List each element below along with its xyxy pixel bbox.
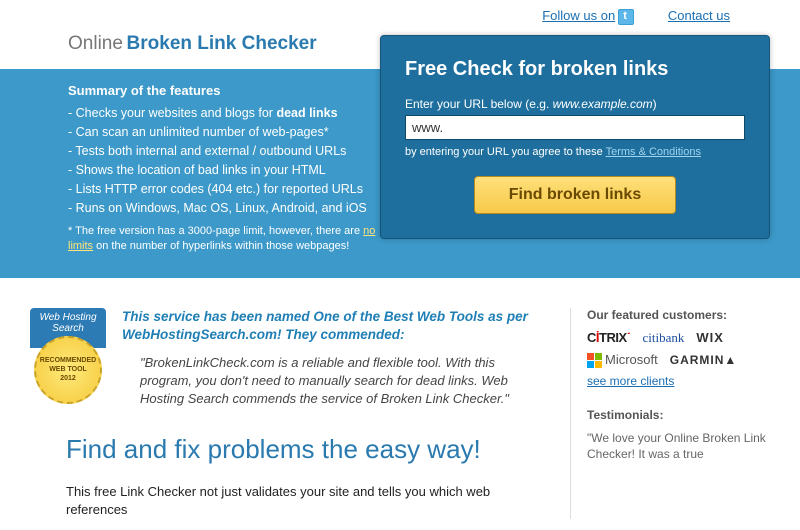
feature-item: - Shows the location of bad links in you… (68, 161, 385, 180)
terms-text: by entering your URL you agree to these … (405, 146, 745, 158)
commendation-quote: "BrokenLinkCheck.com is a reliable and f… (122, 354, 550, 408)
commendation-text: This service has been named One of the B… (122, 308, 550, 344)
award-badge: Web HostingSearch RECOMMENDEDWEB TOOL201… (30, 308, 108, 403)
customers-heading: Our featured customers: (587, 308, 770, 322)
features-heading: Summary of the features (68, 83, 385, 98)
url-input[interactable] (405, 115, 745, 140)
feature-item: - Tests both internal and external / out… (68, 142, 385, 161)
twitter-icon (618, 9, 634, 25)
contact-link[interactable]: Contact us (668, 8, 730, 23)
find-links-button[interactable]: Find broken links (474, 176, 676, 214)
main-headline: Find and fix problems the easy way! (66, 434, 550, 465)
logo-citrix: CİTRIX˙ (587, 330, 630, 345)
feature-item: - Can scan an unlimited number of web-pa… (68, 123, 385, 142)
feature-item: - Runs on Windows, Mac OS, Linux, Androi… (68, 199, 385, 218)
logo-garmin: GARMIN▲ (670, 353, 738, 367)
title-main: Broken Link Checker (127, 33, 317, 54)
title-prefix: Online (68, 33, 123, 54)
feature-item: - Lists HTTP error codes (404 etc.) for … (68, 180, 385, 199)
check-panel: Free Check for broken links Enter your U… (380, 35, 770, 239)
logo-wix: WIX (696, 330, 724, 345)
url-label: Enter your URL below (e.g. www.example.c… (405, 97, 745, 111)
follow-text: Follow us on (542, 8, 615, 23)
logo-citibank: citibank (642, 330, 684, 346)
panel-heading: Free Check for broken links (405, 58, 745, 81)
features-note: * The free version has a 3000-page limit… (68, 224, 385, 254)
feature-item: - Checks your websites and blogs for dea… (68, 104, 385, 123)
see-more-clients-link[interactable]: see more clients (587, 374, 674, 388)
logo-microsoft: Microsoft (587, 352, 658, 368)
terms-link[interactable]: Terms & Conditions (606, 146, 701, 158)
follow-link[interactable]: Follow us on (542, 8, 634, 23)
body-paragraph: This free Link Checker not just validate… (66, 483, 550, 519)
testimonials-heading: Testimonials: (587, 408, 770, 422)
testimonial-text: "We love your Online Broken Link Checker… (587, 430, 770, 462)
top-bar: Follow us on Contact us (0, 0, 800, 29)
features-list: - Checks your websites and blogs for dea… (68, 104, 385, 218)
customer-logos: CİTRIX˙ citibank WIX Microsoft GARMIN▲ (587, 330, 770, 368)
